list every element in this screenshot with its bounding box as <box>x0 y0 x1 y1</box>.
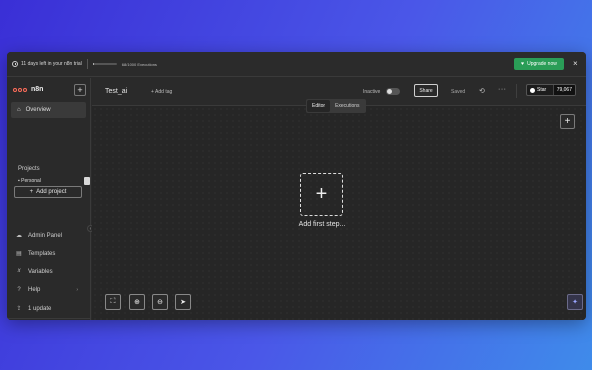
home-icon: ⌂ <box>17 107 21 113</box>
cloud-icon: ☁ <box>16 233 22 239</box>
sidebar-item-label: Admin Panel <box>28 232 63 239</box>
sidebar-item-label: Overview <box>25 107 51 113</box>
sidebar-item-help[interactable]: ? Help › <box>16 287 86 293</box>
github-star-count: 79,067 <box>552 85 575 95</box>
sidebar-item-label: Variables <box>28 268 53 275</box>
variables-icon: 𝑥 <box>17 268 21 274</box>
trial-days-text: 11 days left in your n8n trial <box>21 61 82 67</box>
executions-progress-bar <box>92 63 117 65</box>
add-project-button[interactable]: + Add project <box>14 186 82 198</box>
fit-view-icon: ⛶ <box>110 298 116 305</box>
share-button[interactable]: Share <box>414 84 438 97</box>
zoom-in-icon: ⊕ <box>134 299 140 306</box>
upgrade-label: Upgrade now <box>527 61 557 67</box>
github-star-button[interactable]: Star 79,067 <box>526 84 576 96</box>
header-divider <box>516 84 517 98</box>
sidebar-item-label: 1 update <box>28 305 52 312</box>
sidebar-item-personal[interactable]: ▪ Personal <box>18 178 78 184</box>
sidebar-item-label: Personal <box>21 178 41 184</box>
zoom-out-icon: ⊖ <box>157 299 163 306</box>
help-icon: ? <box>17 287 21 293</box>
sidebar-item-admin-panel[interactable]: ☁ Admin Panel <box>16 232 86 240</box>
toggle-knob <box>387 89 392 94</box>
create-button[interactable]: + <box>74 84 86 96</box>
n8n-logo-icon <box>13 87 28 93</box>
templates-icon: ▤ <box>16 251 22 257</box>
banner-divider <box>86 59 88 69</box>
select-tool-button[interactable]: ➤ <box>175 294 191 310</box>
active-status-label: Inactive <box>363 89 381 95</box>
sidebar-item-variables[interactable]: 𝑥 Variables <box>16 268 86 275</box>
cursor-icon: ➤ <box>180 299 186 306</box>
sidebar-item-update[interactable]: ⇪ 1 update <box>16 305 86 313</box>
history-icon[interactable]: ⟲ <box>479 87 485 95</box>
zoom-out-button[interactable]: ⊖ <box>152 294 168 310</box>
github-icon <box>530 87 535 93</box>
sparkle-icon: ✦ <box>572 299 578 306</box>
tab-editor[interactable]: Editor <box>307 100 331 112</box>
sidebar: n8n + ⌂ Overview Projects ▪ Personal + A… <box>7 78 94 320</box>
plus-icon: + <box>315 183 328 205</box>
update-icon: ⇪ <box>16 306 22 312</box>
plus-icon: + <box>564 116 571 127</box>
sidebar-item-templates[interactable]: ▤ Templates <box>16 250 86 258</box>
n8n-logo[interactable]: n8n <box>13 86 43 93</box>
fit-view-button[interactable]: ⛶ <box>105 294 121 310</box>
executions-progress-fill <box>92 63 95 65</box>
close-banner-button[interactable]: × <box>573 58 578 70</box>
sidebar-item-overview[interactable]: ⌂ Overview <box>11 102 86 118</box>
workflow-name[interactable]: Test_ai <box>105 88 127 95</box>
sidebar-item-label: Help <box>28 287 41 293</box>
add-project-label: Add project <box>36 189 67 195</box>
open-nodes-panel-button[interactable]: + <box>560 114 575 129</box>
zoom-in-button[interactable]: ⊕ <box>129 294 145 310</box>
saved-status: Saved <box>451 89 466 95</box>
github-star-label: Star <box>537 87 547 93</box>
scrollbar-thumb[interactable] <box>84 177 90 185</box>
sidebar-item-label: Templates <box>28 250 56 257</box>
user-icon: ▪ <box>18 178 20 184</box>
executions-count: 68/1000 Executions <box>121 61 157 67</box>
ask-ai-button[interactable]: ✦ <box>567 294 583 310</box>
add-first-step-label: Add first step... <box>298 221 346 228</box>
clock-icon <box>12 61 18 67</box>
trial-banner: 11 days left in your n8n trial 68/1000 E… <box>7 52 586 77</box>
plus-icon: + <box>29 189 34 195</box>
logo-text: n8n <box>31 86 44 93</box>
editor-tabs: Editor Executions <box>306 99 366 113</box>
gem-icon: ♥ <box>521 61 525 67</box>
upgrade-button[interactable]: ♥ Upgrade now <box>514 58 564 70</box>
app-window: 11 days left in your n8n trial 68/1000 E… <box>7 52 586 320</box>
sidebar-divider <box>7 318 91 319</box>
add-first-step-button[interactable]: + <box>300 173 343 216</box>
projects-heading: Projects <box>18 166 40 172</box>
tab-executions[interactable]: Executions <box>330 100 364 112</box>
add-tag-button[interactable]: + Add tag <box>151 89 172 95</box>
github-star: Star <box>527 85 549 95</box>
workflow-canvas[interactable]: Editor Executions + + Add first step... … <box>92 99 586 320</box>
active-toggle[interactable] <box>386 88 400 95</box>
more-options-icon[interactable]: ··· <box>498 86 507 93</box>
chevron-right-icon: › <box>76 287 78 293</box>
